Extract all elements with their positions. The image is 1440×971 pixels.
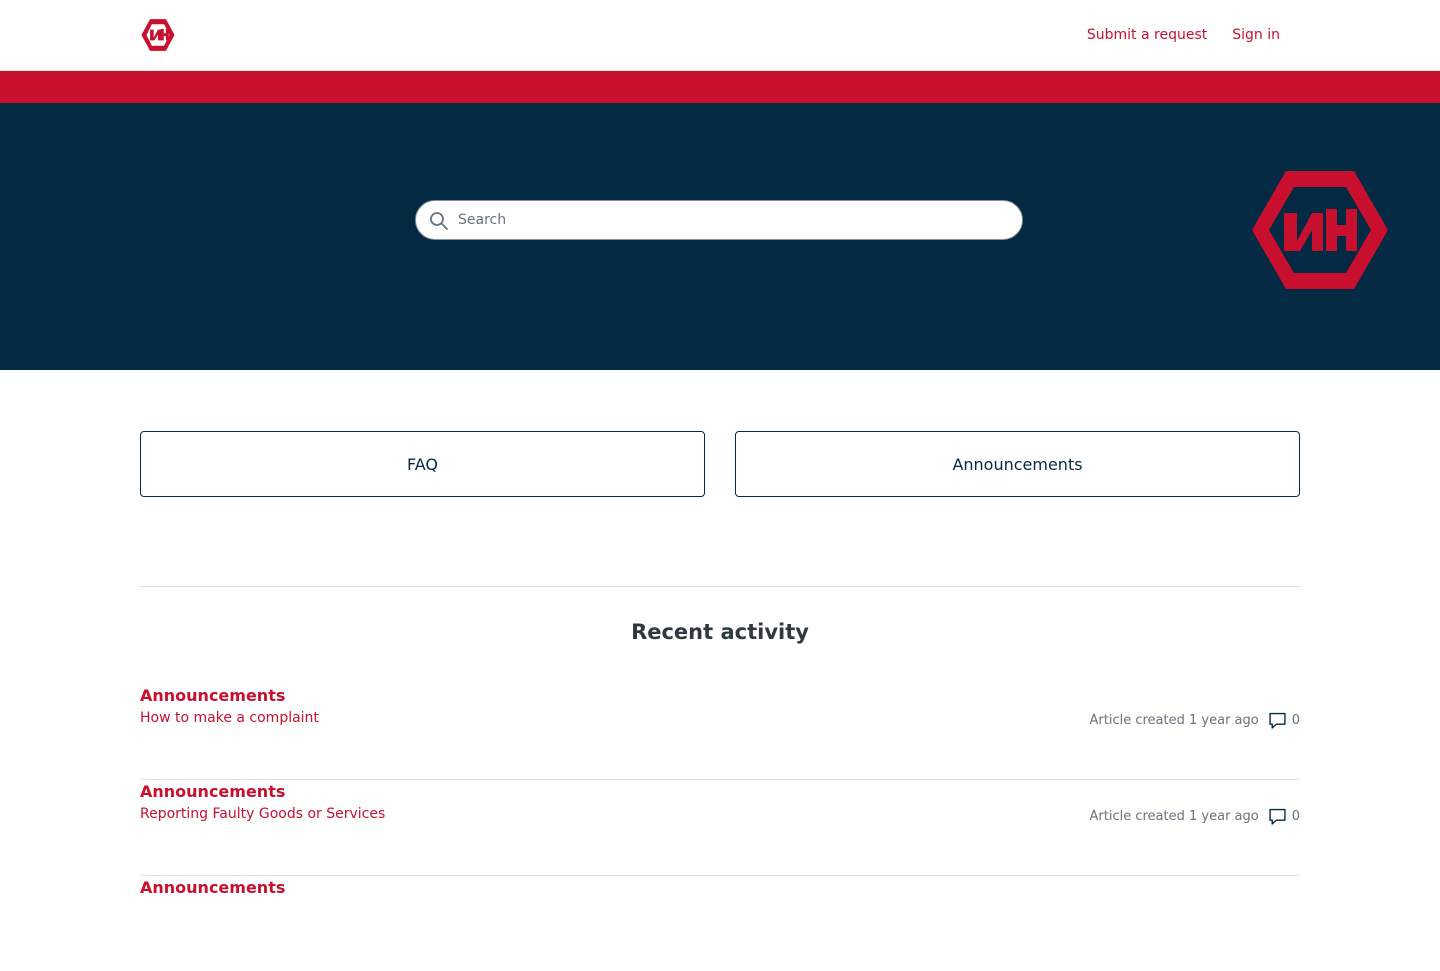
- section-divider: [140, 586, 1300, 587]
- activity-section-link[interactable]: Announcements: [140, 782, 285, 801]
- recent-activity-title: Recent activity: [631, 620, 809, 644]
- brand-band: [0, 71, 1440, 103]
- recent-activity-list: Announcements How to make a complaint Ar…: [140, 684, 1300, 971]
- header-nav: Submit a request Sign in: [1087, 24, 1280, 46]
- faq-block[interactable]: FAQ: [140, 431, 705, 497]
- activity-item: Announcements Reporting Faulty Goods or …: [140, 780, 1300, 876]
- submit-request-link[interactable]: Submit a request: [1087, 24, 1207, 46]
- announcements-block[interactable]: Announcements: [735, 431, 1300, 497]
- sign-in-link[interactable]: Sign in: [1232, 24, 1280, 46]
- search-box[interactable]: [415, 200, 1023, 240]
- comment-count: 0: [1291, 713, 1300, 728]
- hero: [0, 103, 1440, 370]
- comment-icon: [1269, 712, 1286, 729]
- header: Submit a request Sign in: [0, 0, 1440, 71]
- activity-article-link[interactable]: How to make a complaint: [140, 710, 319, 726]
- brand-logo-icon[interactable]: [140, 17, 176, 53]
- activity-meta: Article created 1 year ago 0: [1090, 808, 1300, 825]
- search-icon: [430, 212, 448, 230]
- activity-item: Announcements How to make a complaint Ar…: [140, 684, 1300, 780]
- search-input[interactable]: [456, 201, 996, 239]
- hero-logo-icon: [1252, 171, 1388, 289]
- comment-icon: [1269, 808, 1286, 825]
- activity-meta-text: Article created 1 year ago: [1089, 713, 1259, 728]
- activity-meta-text: Article created 1 year ago: [1089, 809, 1259, 824]
- activity-section-link[interactable]: Announcements: [140, 686, 285, 705]
- activity-item: Announcements: [140, 876, 1300, 971]
- activity-article-link[interactable]: Reporting Faulty Goods or Services: [140, 806, 385, 822]
- activity-meta: Article created 1 year ago 0: [1090, 712, 1300, 729]
- category-blocks: FAQ Announcements: [140, 431, 1300, 497]
- comment-count: 0: [1291, 809, 1300, 824]
- activity-section-link[interactable]: Announcements: [140, 878, 285, 897]
